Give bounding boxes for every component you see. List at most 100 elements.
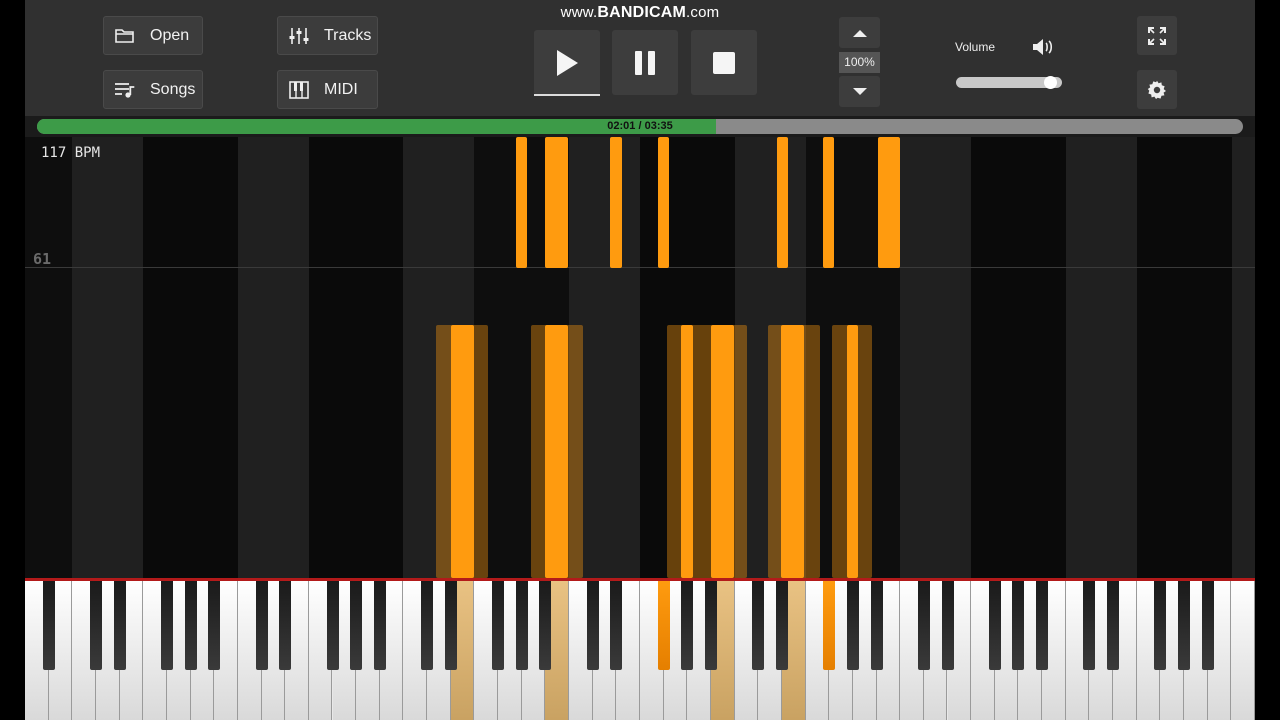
active-note <box>545 325 568 578</box>
active-note <box>711 325 734 578</box>
play-icon <box>557 49 578 76</box>
toolbar: www.BANDICAM.com Open Songs Tracks MIDI <box>25 0 1255 116</box>
measure-line <box>25 267 1255 268</box>
black-key[interactable] <box>704 581 717 670</box>
active-note <box>681 325 693 578</box>
note <box>516 137 527 268</box>
note <box>658 137 669 268</box>
white-key-lane <box>143 137 238 578</box>
recorder-watermark: www.BANDICAM.com <box>560 4 720 21</box>
black-key[interactable] <box>515 581 528 670</box>
active-note <box>451 325 474 578</box>
speed-up-button[interactable] <box>839 17 880 48</box>
app-window: www.BANDICAM.com Open Songs Tracks MIDI <box>25 0 1255 720</box>
black-key[interactable] <box>823 581 836 670</box>
black-key[interactable] <box>988 581 1001 670</box>
black-key[interactable] <box>373 581 386 670</box>
black-key[interactable] <box>444 581 457 670</box>
active-note-glow <box>667 325 747 578</box>
black-key[interactable] <box>1178 581 1191 670</box>
black-key[interactable] <box>870 581 883 670</box>
fullscreen-button[interactable] <box>1137 16 1177 55</box>
black-key[interactable] <box>1083 581 1096 670</box>
black-key[interactable] <box>255 581 268 670</box>
note <box>878 137 900 268</box>
black-key-lane <box>1066 137 1137 578</box>
folder-icon <box>110 28 140 44</box>
speed-value: 100% <box>839 52 880 73</box>
black-key[interactable] <box>492 581 505 670</box>
black-key[interactable] <box>586 581 599 670</box>
black-key[interactable] <box>657 581 670 670</box>
songs-label: Songs <box>150 80 196 98</box>
volume-slider[interactable] <box>956 76 1062 89</box>
speed-down-button[interactable] <box>839 76 880 107</box>
play-active-indicator <box>534 94 600 96</box>
song-time: 02:01 / 03:35 <box>607 120 673 132</box>
settings-button[interactable] <box>1137 70 1177 109</box>
piano-keyboard[interactable] <box>25 581 1255 720</box>
black-key-lane <box>238 137 309 578</box>
black-key[interactable] <box>421 581 434 670</box>
black-key[interactable] <box>1107 581 1120 670</box>
black-key[interactable] <box>539 581 552 670</box>
black-key[interactable] <box>1012 581 1025 670</box>
piano-roll: 61 117 BPM <box>25 137 1255 578</box>
white-key-lane <box>309 137 403 578</box>
measure-number: 61 <box>33 250 52 268</box>
black-key[interactable] <box>184 581 197 670</box>
black-key[interactable] <box>279 581 292 670</box>
fullscreen-icon <box>1148 26 1166 45</box>
gear-icon <box>1147 80 1166 99</box>
tempo-display: 117 BPM <box>41 145 101 161</box>
midi-button[interactable]: MIDI <box>277 70 378 109</box>
piano-icon <box>284 80 314 99</box>
midi-label: MIDI <box>324 80 358 98</box>
black-key[interactable] <box>208 581 221 670</box>
black-key[interactable] <box>89 581 102 670</box>
white-key-lane <box>1137 137 1232 578</box>
volume-label: Volume <box>955 40 996 54</box>
black-key[interactable] <box>326 581 339 670</box>
note <box>545 137 568 268</box>
note <box>823 137 834 268</box>
black-key[interactable] <box>681 581 694 670</box>
open-label: Open <box>150 26 190 44</box>
black-key[interactable] <box>42 581 55 670</box>
black-key[interactable] <box>610 581 623 670</box>
stop-button[interactable] <box>691 30 757 95</box>
black-key[interactable] <box>160 581 173 670</box>
black-key[interactable] <box>775 581 788 670</box>
active-note <box>847 325 858 578</box>
black-key[interactable] <box>1154 581 1167 670</box>
chevron-up-icon <box>852 29 867 37</box>
open-button[interactable]: Open <box>103 16 203 55</box>
black-key[interactable] <box>1036 581 1049 670</box>
black-key-lane <box>72 137 143 578</box>
chevron-down-icon <box>852 87 867 95</box>
note <box>777 137 788 268</box>
black-key[interactable] <box>752 581 765 670</box>
tracks-button[interactable]: Tracks <box>277 16 378 55</box>
black-key[interactable] <box>113 581 126 670</box>
black-key[interactable] <box>846 581 859 670</box>
black-key-lane <box>1232 137 1255 578</box>
white-key-lane <box>971 137 1066 578</box>
songs-button[interactable]: Songs <box>103 70 203 109</box>
playlist-icon <box>110 81 140 99</box>
black-key[interactable] <box>1201 581 1214 670</box>
play-button[interactable] <box>534 30 600 95</box>
volume-slider-thumb[interactable] <box>1044 76 1058 89</box>
black-key-lane <box>900 137 971 578</box>
active-note <box>781 325 804 578</box>
tracks-label: Tracks <box>324 26 372 44</box>
speaker-icon[interactable] <box>1031 37 1055 62</box>
mixer-icon <box>284 27 314 45</box>
song-progress-bar[interactable]: 02:01 / 03:35 <box>37 119 1243 134</box>
black-key[interactable] <box>917 581 930 670</box>
black-key[interactable] <box>350 581 363 670</box>
black-key[interactable] <box>941 581 954 670</box>
stop-icon <box>713 51 735 74</box>
pause-button[interactable] <box>612 30 678 95</box>
white-key[interactable] <box>1231 581 1255 720</box>
